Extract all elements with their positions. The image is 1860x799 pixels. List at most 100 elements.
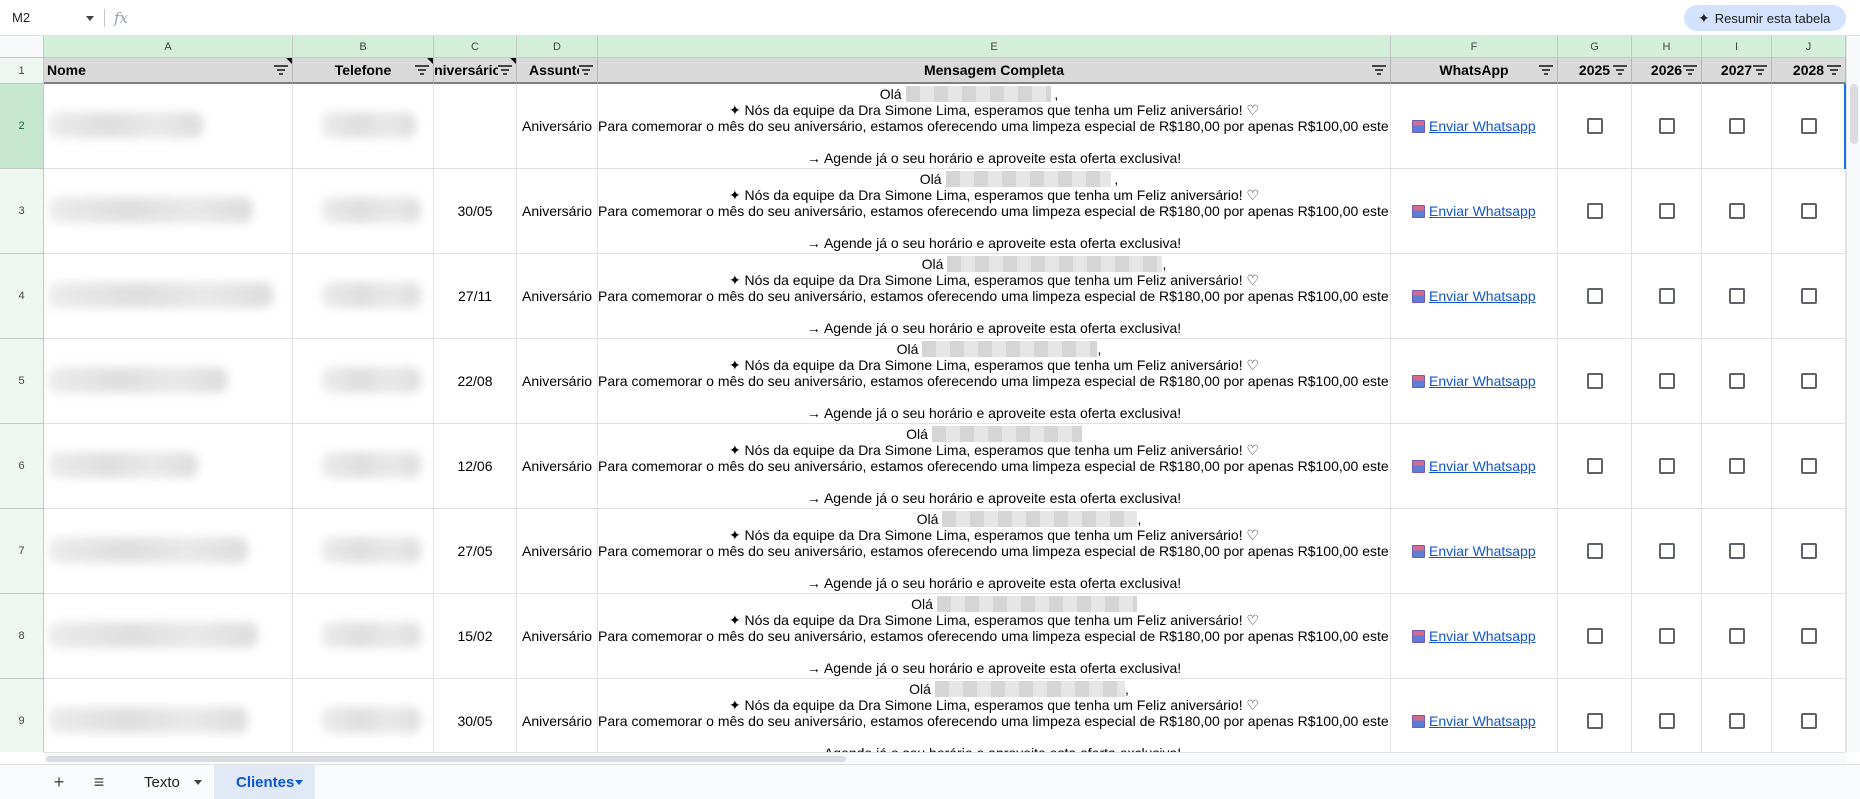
cell-2025[interactable] xyxy=(1558,254,1632,339)
header-cell-name[interactable]: Nome xyxy=(44,58,293,84)
checkbox-2027[interactable] xyxy=(1728,458,1745,474)
cell-2028[interactable] xyxy=(1772,509,1846,594)
checkbox-2026[interactable] xyxy=(1658,373,1675,389)
cell-whatsapp[interactable]: Enviar Whatsapp xyxy=(1391,679,1558,752)
cell-2026[interactable] xyxy=(1632,84,1702,169)
cell-telefone[interactable] xyxy=(293,509,434,594)
checkbox-2027[interactable] xyxy=(1728,373,1745,389)
cell-telefone[interactable] xyxy=(293,254,434,339)
cell-whatsapp[interactable]: Enviar Whatsapp xyxy=(1391,339,1558,424)
enviar-whatsapp-link[interactable]: Enviar Whatsapp xyxy=(1412,713,1536,729)
cell-2026[interactable] xyxy=(1632,254,1702,339)
cell-2027[interactable] xyxy=(1702,84,1772,169)
cell-2027[interactable] xyxy=(1702,339,1772,424)
filter-icon[interactable] xyxy=(1683,64,1697,76)
filter-icon[interactable] xyxy=(1753,64,1767,76)
all-sheets-menu-button[interactable]: ≡ xyxy=(84,765,114,799)
cell-2026[interactable] xyxy=(1632,169,1702,254)
column-header-e[interactable]: E xyxy=(598,36,1391,58)
checkbox-2027[interactable] xyxy=(1728,628,1745,644)
cell-nome[interactable] xyxy=(44,84,293,169)
checkbox-2025[interactable] xyxy=(1586,543,1603,559)
cell-aniversario[interactable] xyxy=(434,84,517,169)
sheet-tab-dropdown-icon[interactable] xyxy=(194,780,202,785)
cell-assunto[interactable]: Aniversário xyxy=(517,254,598,339)
cell-2025[interactable] xyxy=(1558,339,1632,424)
checkbox-2025[interactable] xyxy=(1586,118,1603,134)
cell-assunto[interactable]: Aniversário xyxy=(517,679,598,752)
cell-2027[interactable] xyxy=(1702,679,1772,752)
cell-aniversario[interactable]: 27/05 xyxy=(434,509,517,594)
enviar-whatsapp-link[interactable]: Enviar Whatsapp xyxy=(1412,373,1536,389)
cell-telefone[interactable] xyxy=(293,594,434,679)
row-header-3[interactable]: 3 xyxy=(0,169,44,254)
cell-assunto[interactable]: Aniversário xyxy=(517,594,598,679)
header-cell-c2025[interactable]: 2025 xyxy=(1558,58,1632,84)
cell-nome[interactable] xyxy=(44,254,293,339)
checkbox-2026[interactable] xyxy=(1658,628,1675,644)
checkbox-2026[interactable] xyxy=(1658,203,1675,219)
column-header-a[interactable]: A xyxy=(44,36,293,58)
cell-2026[interactable] xyxy=(1632,594,1702,679)
row-header-6[interactable]: 6 xyxy=(0,424,44,509)
checkbox-2026[interactable] xyxy=(1658,288,1675,304)
cell-telefone[interactable] xyxy=(293,339,434,424)
row-header-9[interactable]: 9 xyxy=(0,679,44,752)
cell-2025[interactable] xyxy=(1558,424,1632,509)
enviar-whatsapp-link[interactable]: Enviar Whatsapp xyxy=(1412,288,1536,304)
cell-telefone[interactable] xyxy=(293,679,434,752)
formula-input[interactable] xyxy=(140,6,1670,30)
cell-nome[interactable] xyxy=(44,594,293,679)
checkbox-2026[interactable] xyxy=(1658,713,1675,729)
cell-mensagem[interactable]: Olá , ✦ Nós da equipe da Dra Simone Lima,… xyxy=(598,169,1391,254)
enviar-whatsapp-link[interactable]: Enviar Whatsapp xyxy=(1412,118,1536,134)
enviar-whatsapp-link[interactable]: Enviar Whatsapp xyxy=(1412,628,1536,644)
header-cell-whatsapp[interactable]: WhatsApp xyxy=(1391,58,1558,84)
cell-mensagem[interactable]: Olá ✦ Nós da equipe da Dra Simone Lima, e… xyxy=(598,594,1391,679)
checkbox-2026[interactable] xyxy=(1658,118,1675,134)
row-header-7[interactable]: 7 xyxy=(0,509,44,594)
cell-2025[interactable] xyxy=(1558,594,1632,679)
checkbox-2028[interactable] xyxy=(1800,118,1817,134)
vertical-scrollbar[interactable] xyxy=(1846,36,1860,752)
cell-2025[interactable] xyxy=(1558,84,1632,169)
column-header-i[interactable]: I xyxy=(1702,36,1772,58)
header-cell-c2027[interactable]: 2027 xyxy=(1702,58,1772,84)
cell-nome[interactable] xyxy=(44,339,293,424)
checkbox-2027[interactable] xyxy=(1728,288,1745,304)
checkbox-2028[interactable] xyxy=(1800,288,1817,304)
cell-mensagem[interactable]: Olá, ✦ Nós da equipe da Dra Simone Lima, … xyxy=(598,339,1391,424)
column-header-c[interactable]: C xyxy=(434,36,517,58)
column-header-g[interactable]: G xyxy=(1558,36,1632,58)
header-cell-c2028[interactable]: 2028 xyxy=(1772,58,1846,84)
filter-icon[interactable] xyxy=(579,64,593,76)
column-header-j[interactable]: J xyxy=(1772,36,1846,58)
add-sheet-button[interactable]: + xyxy=(44,765,74,799)
checkbox-2025[interactable] xyxy=(1586,203,1603,219)
cell-whatsapp[interactable]: Enviar Whatsapp xyxy=(1391,509,1558,594)
cell-2026[interactable] xyxy=(1632,424,1702,509)
cell-2028[interactable] xyxy=(1772,84,1846,169)
cell-assunto[interactable]: Aniversário xyxy=(517,84,598,169)
filter-icon[interactable] xyxy=(1372,64,1386,76)
row-header-5[interactable]: 5 xyxy=(0,339,44,424)
cell-2025[interactable] xyxy=(1558,169,1632,254)
cell-nome[interactable] xyxy=(44,509,293,594)
cell-mensagem[interactable]: Olá , ✦ Nós da equipe da Dra Simone Lima,… xyxy=(598,84,1391,169)
cell-telefone[interactable] xyxy=(293,84,434,169)
cell-assunto[interactable]: Aniversário xyxy=(517,424,598,509)
sheet-tab-clientes[interactable]: Clientes xyxy=(214,765,315,799)
cell-mensagem[interactable]: Olá, ✦ Nós da equipe da Dra Simone Lima, … xyxy=(598,509,1391,594)
cell-whatsapp[interactable]: Enviar Whatsapp xyxy=(1391,84,1558,169)
cell-telefone[interactable] xyxy=(293,424,434,509)
column-header-h[interactable]: H xyxy=(1632,36,1702,58)
select-all-corner[interactable] xyxy=(0,36,44,58)
checkbox-2025[interactable] xyxy=(1586,628,1603,644)
filter-icon[interactable] xyxy=(1827,64,1841,76)
horizontal-scrollbar[interactable] xyxy=(44,752,1846,764)
checkbox-2027[interactable] xyxy=(1728,203,1745,219)
cell-mensagem[interactable]: Olá, ✦ Nós da equipe da Dra Simone Lima, … xyxy=(598,679,1391,752)
checkbox-2027[interactable] xyxy=(1728,118,1745,134)
cell-nome[interactable] xyxy=(44,424,293,509)
filter-icon[interactable] xyxy=(498,64,512,76)
